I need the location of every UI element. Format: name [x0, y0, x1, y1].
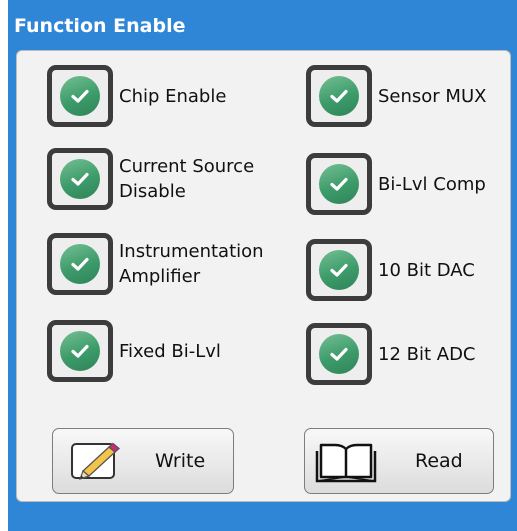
checkbox-label: Current Source Disable [119, 156, 255, 202]
checkbox-box[interactable] [47, 320, 113, 382]
checkbox-box[interactable] [306, 65, 372, 127]
function-enable-panel: Function Enable Chip Enable Sensor MUX C… [8, 0, 517, 531]
checkbox-box[interactable] [47, 233, 113, 295]
fixed-bi-lvl-checkbox[interactable]: Fixed Bi-Lvl [47, 316, 221, 386]
checkbox-label: Bi-Lvl Comp [378, 173, 486, 195]
write-button-label: Write [155, 450, 206, 472]
next-panel-header [8, 518, 517, 531]
read-button[interactable]: Read [304, 428, 494, 494]
instrumentation-amplifier-checkbox[interactable]: Instrumentation Amplifier [47, 229, 264, 299]
checkbox-label: Sensor MUX [378, 85, 487, 107]
10-bit-dac-checkbox[interactable]: 10 Bit DAC [306, 235, 475, 305]
checkbox-label: 10 Bit DAC [378, 259, 475, 281]
chip-enable-checkbox[interactable]: Chip Enable [47, 61, 226, 131]
read-button-label: Read [415, 450, 463, 472]
check-icon [319, 250, 359, 290]
current-source-disable-checkbox[interactable]: Current Source Disable [47, 144, 254, 214]
check-icon [60, 331, 100, 371]
checkbox-box[interactable] [306, 239, 372, 301]
checkbox-box[interactable] [306, 153, 372, 215]
check-icon [319, 334, 359, 374]
pencil-icon [69, 439, 125, 483]
checkbox-box[interactable] [47, 148, 113, 210]
sensor-mux-checkbox[interactable]: Sensor MUX [306, 61, 486, 131]
check-icon [60, 76, 100, 116]
12-bit-adc-checkbox[interactable]: 12 Bit ADC [306, 319, 476, 389]
checkbox-label: 12 Bit ADC [378, 343, 476, 365]
bi-lvl-comp-checkbox[interactable]: Bi-Lvl Comp [306, 149, 486, 219]
window-edge [0, 0, 8, 531]
check-icon [60, 159, 100, 199]
check-icon [60, 244, 100, 284]
open-book-icon [313, 439, 379, 483]
checkbox-box[interactable] [47, 65, 113, 127]
checkbox-label: Instrumentation Amplifier [119, 241, 264, 287]
checkbox-label: Fixed Bi-Lvl [119, 340, 221, 362]
panel-title: Function Enable [14, 15, 186, 37]
write-button[interactable]: Write [52, 428, 234, 494]
check-icon [319, 164, 359, 204]
check-icon [319, 76, 359, 116]
checkbox-label: Chip Enable [119, 85, 227, 107]
checkbox-box[interactable] [306, 323, 372, 385]
